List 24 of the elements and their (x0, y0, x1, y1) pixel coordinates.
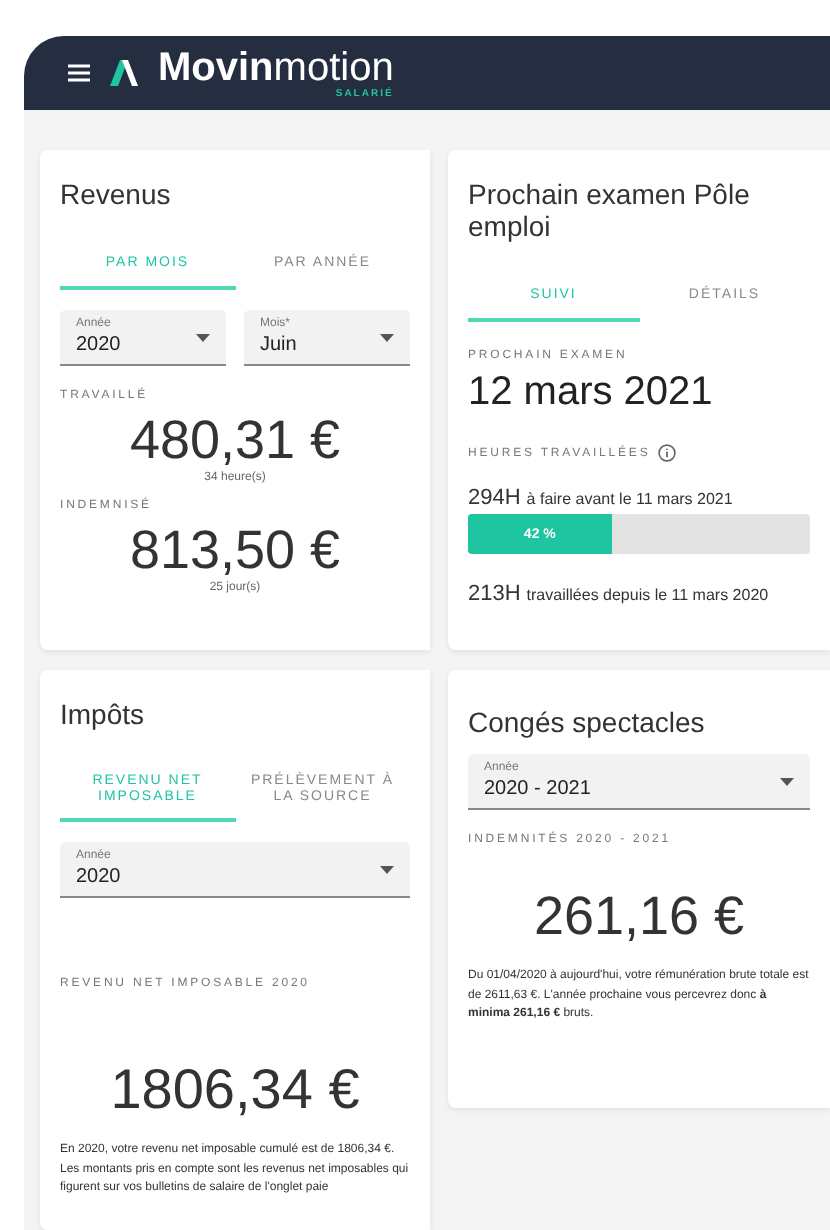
amount: 813,50 € (127, 520, 343, 581)
hours-line: 294H à faire avant le 11 mars 2021 (468, 486, 735, 510)
menu-icon[interactable] (68, 64, 90, 82)
select-value: Juin (260, 334, 297, 356)
logo-icon (110, 60, 138, 86)
amount: 1806,34 € (108, 1058, 362, 1122)
amount: 261,16 € (531, 886, 747, 948)
card-title: Prochain examen Pôle emploi (468, 178, 752, 242)
amount: 480,31 € (127, 410, 343, 471)
select-value: 2020 - 2021 (484, 778, 591, 800)
brand-name: motion (273, 47, 394, 87)
caret-icon (196, 333, 210, 341)
card-title: Revenus (60, 178, 173, 210)
exam-date: 12 mars 2021 (468, 370, 715, 416)
card-title: Congés spectacles (468, 706, 707, 738)
info-icon[interactable] (658, 444, 677, 462)
brand-name: Movin (158, 47, 274, 87)
select-value: 2020 (76, 334, 121, 356)
hours-line: 213H travaillées depuis le 11 mars 2020 (468, 582, 771, 606)
caret-icon (380, 865, 394, 873)
select-value: 2020 (76, 866, 121, 888)
caret-icon (780, 777, 794, 785)
card-title: Impôts (60, 698, 147, 730)
caret-icon (380, 333, 394, 341)
